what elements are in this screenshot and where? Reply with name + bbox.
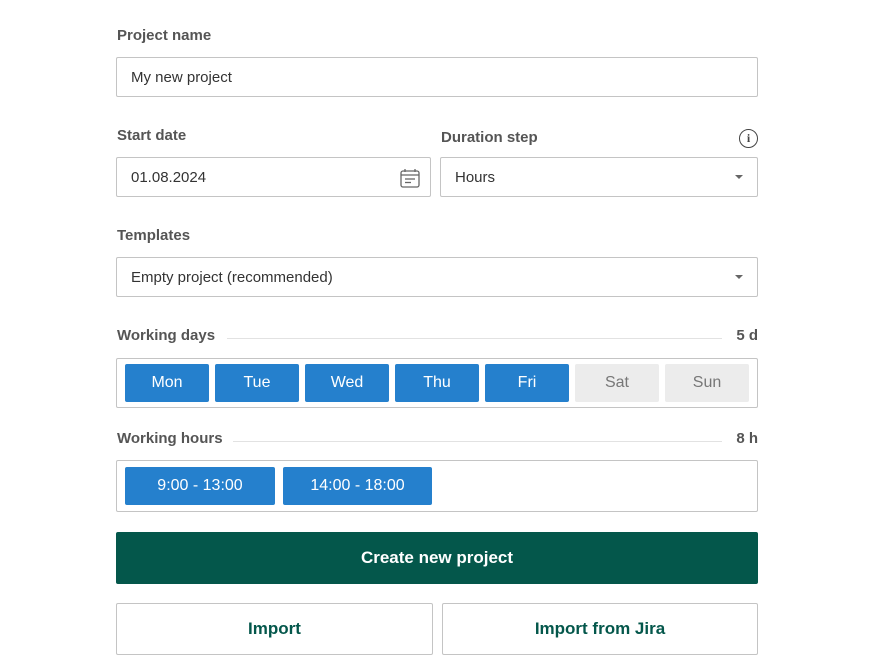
chevron-down-icon bbox=[735, 175, 743, 179]
day-mon[interactable]: Mon bbox=[125, 364, 209, 402]
divider bbox=[227, 338, 722, 339]
templates-value: Empty project (recommended) bbox=[131, 268, 333, 286]
chevron-down-icon bbox=[735, 275, 743, 279]
day-fri[interactable]: Fri bbox=[485, 364, 569, 402]
import-button[interactable]: Import bbox=[116, 603, 433, 655]
day-wed[interactable]: Wed bbox=[305, 364, 389, 402]
hours-range-2[interactable]: 14:00 - 18:00 bbox=[283, 467, 432, 505]
start-date-value: 01.08.2024 bbox=[131, 168, 207, 186]
info-icon[interactable]: i bbox=[739, 129, 758, 148]
import-jira-button[interactable]: Import from Jira bbox=[442, 603, 758, 655]
start-date-label: Start date bbox=[117, 127, 187, 144]
templates-select[interactable]: Empty project (recommended) bbox=[116, 257, 758, 297]
day-sat[interactable]: Sat bbox=[575, 364, 659, 402]
working-hours-group: 9:00 - 13:00 14:00 - 18:00 bbox=[116, 460, 758, 512]
working-hours-label: Working hours bbox=[117, 430, 223, 447]
day-tue[interactable]: Tue bbox=[215, 364, 299, 402]
calendar-icon[interactable] bbox=[399, 167, 421, 189]
working-days-total: 5 d bbox=[736, 327, 758, 344]
project-name-input[interactable]: My new project bbox=[116, 57, 758, 97]
divider bbox=[233, 441, 722, 442]
project-name-label: Project name bbox=[117, 27, 212, 44]
duration-step-value: Hours bbox=[455, 168, 496, 186]
duration-step-label: Duration step bbox=[441, 129, 538, 146]
create-project-button[interactable]: Create new project bbox=[116, 532, 758, 584]
working-days-label: Working days bbox=[117, 327, 216, 344]
working-days-group: Mon Tue Wed Thu Fri Sat Sun bbox=[116, 358, 758, 408]
templates-label: Templates bbox=[117, 227, 191, 244]
start-date-input[interactable]: 01.08.2024 bbox=[116, 157, 431, 197]
day-thu[interactable]: Thu bbox=[395, 364, 479, 402]
hours-range-1[interactable]: 9:00 - 13:00 bbox=[125, 467, 275, 505]
day-sun[interactable]: Sun bbox=[665, 364, 749, 402]
working-hours-total: 8 h bbox=[736, 430, 758, 447]
duration-step-select[interactable]: Hours bbox=[440, 157, 758, 197]
